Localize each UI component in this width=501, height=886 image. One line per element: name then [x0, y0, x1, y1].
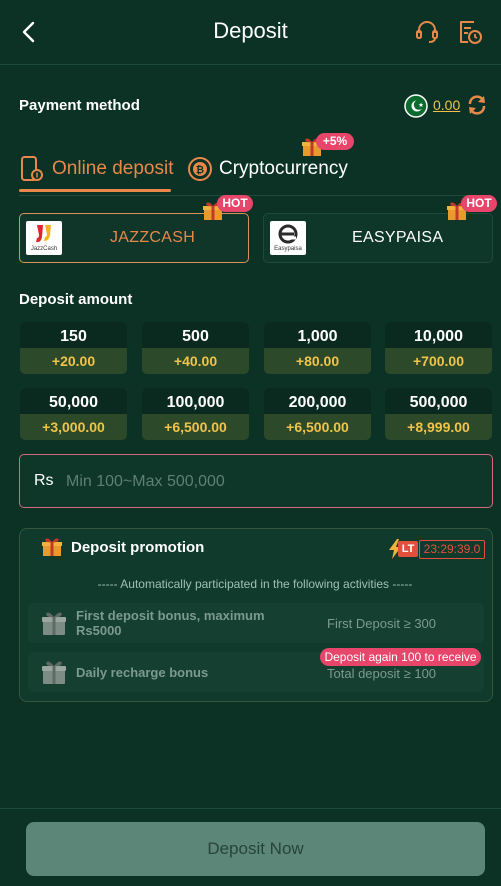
currency-label: Rs: [34, 472, 54, 489]
gift-icon: [42, 661, 66, 684]
promo-item-name: First deposit bonus, maximum Rs5000: [76, 608, 265, 638]
gift-icon: [42, 612, 66, 635]
deposit-now-button[interactable]: Deposit Now: [26, 822, 485, 876]
promo-item-tag: Deposit again 100 to receive: [320, 648, 481, 666]
amount-input-box[interactable]: Rs: [19, 454, 493, 508]
crypto-coin-icon: ₿: [188, 157, 212, 181]
pakistan-flag-icon: [404, 94, 428, 118]
tab-cryptocurrency[interactable]: Cryptocurrency: [219, 158, 348, 180]
customer-service-icon[interactable]: [413, 18, 441, 46]
amount-option[interactable]: 200,000 +6,500.00: [264, 388, 371, 440]
svg-text:₿: ₿: [196, 164, 204, 176]
gift-icon: [42, 538, 62, 556]
balance-value: 0.00: [433, 97, 461, 113]
amount-option[interactable]: 150 +20.00: [20, 322, 127, 374]
method-label: JAZZCASH: [110, 229, 196, 246]
amount-option[interactable]: 100,000 +6,500.00: [142, 388, 249, 440]
promo-item-name: Daily recharge bonus: [76, 665, 209, 680]
promo-countdown: 23:29:39.0: [419, 540, 485, 559]
deposit-amount-label: Deposit amount: [19, 291, 133, 308]
promo-item: First deposit bonus, maximum Rs5000 Firs…: [28, 603, 484, 643]
limited-time-badge: LT: [398, 541, 418, 557]
promo-item-condition: Total deposit ≥ 100: [327, 666, 437, 681]
promo-item-condition: First Deposit ≥ 300: [327, 616, 437, 631]
crypto-bonus-badge: +5%: [316, 133, 354, 150]
hot-badge: HOT: [217, 195, 253, 212]
payment-method-label: Payment method: [19, 97, 140, 114]
jazzcash-logo: JazzCash: [26, 221, 62, 255]
amount-option[interactable]: 50,000 +3,000.00: [20, 388, 127, 440]
amount-input[interactable]: [64, 467, 478, 497]
amount-option[interactable]: 500,000 +8,999.00: [385, 388, 492, 440]
history-icon[interactable]: [456, 18, 484, 46]
hot-badge: HOT: [461, 195, 497, 212]
tab-active-indicator: [19, 189, 171, 192]
promo-note: ----- Automatically participated in the …: [97, 577, 413, 591]
method-label: EASYPAISA: [352, 229, 444, 246]
tab-online-deposit[interactable]: Online deposit: [52, 158, 173, 180]
amount-option[interactable]: 1,000 +80.00: [264, 322, 371, 374]
amount-option[interactable]: 10,000 +700.00: [385, 322, 492, 374]
phone-deposit-icon: [21, 156, 43, 181]
promotion-title: Deposit promotion: [71, 539, 205, 556]
tabs-divider: [19, 195, 491, 196]
easypaisa-logo: Easypaisa: [270, 221, 306, 255]
amount-option[interactable]: 500 +40.00: [142, 322, 249, 374]
refresh-icon[interactable]: [466, 94, 488, 116]
